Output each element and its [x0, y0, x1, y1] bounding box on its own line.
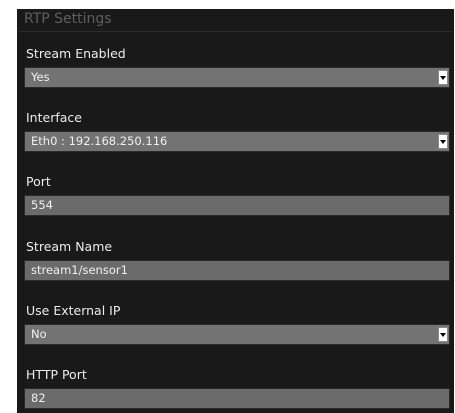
chevron-down-icon[interactable] — [438, 70, 448, 85]
stream-enabled-label: Stream Enabled — [26, 46, 126, 61]
port-label: Port — [26, 174, 51, 189]
use-external-ip-select[interactable]: No — [24, 324, 450, 345]
panel-title: RTP Settings — [24, 11, 112, 27]
interface-label: Interface — [26, 110, 82, 125]
stream-name-input[interactable]: stream1/sensor1 — [24, 260, 450, 281]
chevron-down-icon[interactable] — [438, 134, 448, 149]
title-divider — [19, 31, 452, 32]
stream-enabled-value: Yes — [31, 70, 50, 84]
port-input[interactable]: 554 — [24, 195, 450, 216]
http-port-label: HTTP Port — [26, 367, 87, 382]
interface-select[interactable]: Eth0 : 192.168.250.116 — [24, 131, 450, 152]
interface-value: Eth0 : 192.168.250.116 — [31, 134, 168, 148]
http-port-value: 82 — [31, 391, 46, 405]
use-external-ip-label: Use External IP — [26, 303, 121, 318]
stream-name-label: Stream Name — [26, 239, 113, 254]
chevron-down-icon[interactable] — [438, 327, 448, 342]
port-value: 554 — [31, 198, 53, 212]
stream-name-value: stream1/sensor1 — [31, 263, 128, 277]
rtp-settings-panel: RTP Settings Stream Enabled Yes Interfac… — [17, 9, 454, 413]
http-port-input[interactable]: 82 — [24, 388, 450, 409]
stream-enabled-select[interactable]: Yes — [24, 67, 450, 88]
use-external-ip-value: No — [31, 327, 47, 341]
